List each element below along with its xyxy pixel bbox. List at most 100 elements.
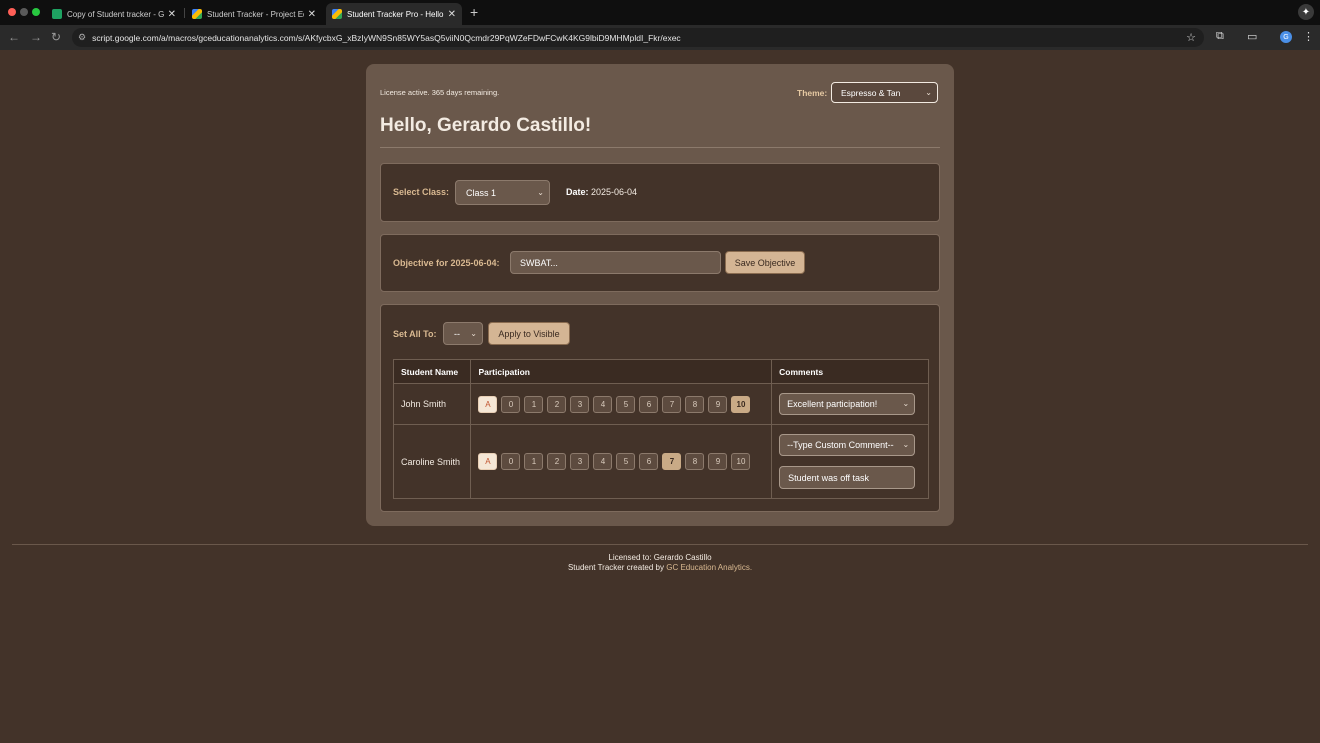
score-button-2[interactable]: 2 xyxy=(547,395,567,413)
theme-select-value: Espresso & Tan xyxy=(841,87,901,98)
student-name: John Smith xyxy=(392,383,472,425)
column-header: Comments xyxy=(771,359,929,384)
score-buttons: A 0 1 2 3 4 5 6 7 8 9 10 xyxy=(478,453,771,470)
close-icon[interactable]: ✕ xyxy=(308,9,316,20)
apps-script-icon xyxy=(332,9,342,19)
site-info-icon[interactable]: ⚙ xyxy=(78,32,86,43)
score-button-10[interactable]: 10 xyxy=(731,395,751,413)
browser-tab-1[interactable]: Copy of Student tracker - Go ✕ xyxy=(46,3,182,25)
chevron-down-icon: ⌄ xyxy=(902,440,910,449)
chevron-down-icon: ⌄ xyxy=(537,188,544,197)
comments-cell: --Type Custom Comment-- ⌄ Student was of… xyxy=(771,424,929,499)
browser-tab-bar: Copy of Student tracker - Go ✕ Student T… xyxy=(0,0,1320,25)
new-tab-button[interactable]: + xyxy=(470,4,478,20)
greeting-heading: Hello, Gerardo Castillo! xyxy=(380,115,592,136)
theme-select[interactable]: Espresso & Tan ⌄ xyxy=(831,82,938,103)
profile-avatar[interactable]: G xyxy=(1280,31,1292,43)
score-button-8[interactable]: 8 xyxy=(685,453,705,470)
more-menu-icon[interactable]: ⋮ xyxy=(1303,30,1314,43)
column-header: Student Name xyxy=(392,359,472,384)
set-all-select-value: -- xyxy=(454,328,460,339)
close-icon[interactable]: ✕ xyxy=(448,9,456,20)
absent-button[interactable]: A xyxy=(478,453,498,470)
browser-tab-3[interactable]: Student Tracker Pro - Hello, G ✕ xyxy=(326,3,462,25)
chevron-down-icon: ⌄ xyxy=(902,399,910,408)
sheets-icon xyxy=(52,9,62,19)
select-class-label: Select Class: xyxy=(393,187,450,197)
score-button-0[interactable]: 0 xyxy=(501,395,521,413)
licensed-to-text: Licensed to: Gerardo Castillo xyxy=(608,553,712,562)
url-text: script.google.com/a/macros/gceducationan… xyxy=(92,32,681,43)
score-button-9[interactable]: 9 xyxy=(708,453,728,470)
objective-input-value: SWBAT... xyxy=(520,257,558,268)
score-button-4[interactable]: 4 xyxy=(593,453,613,470)
table-row: John Smith A 0 1 2 3 4 5 6 7 8 9 10 Excellent parti… xyxy=(392,383,929,425)
address-bar[interactable]: ⚙ script.google.com/a/macros/gceducation… xyxy=(72,28,1204,47)
chevron-down-icon: ⌄ xyxy=(470,329,477,338)
comment-select[interactable]: Excellent participation! ⌄ xyxy=(779,393,916,415)
save-objective-button[interactable]: Save Objective xyxy=(725,251,805,274)
custom-comment-value: Student was off task xyxy=(788,472,870,483)
browser-toolbar: ← → ↻ ⚙ script.google.com/a/macros/gcedu… xyxy=(0,25,1320,50)
participation-table: Student Name Participation Comments John… xyxy=(392,359,929,499)
window-close-button[interactable] xyxy=(8,8,16,16)
company-link[interactable]: GC Education Analytics. xyxy=(666,563,752,572)
comment-select-value: Excellent participation! xyxy=(787,399,878,409)
participation-cell: A 0 1 2 3 4 5 6 7 8 9 10 xyxy=(470,383,773,425)
tab-search-icon[interactable]: ✦ xyxy=(1298,4,1314,20)
tab-title: Student Tracker - Project Edi xyxy=(207,9,304,19)
score-button-1[interactable]: 1 xyxy=(524,395,544,413)
bookmark-star-icon[interactable]: ☆ xyxy=(1186,31,1196,44)
forward-icon[interactable]: → xyxy=(30,30,42,44)
footer-divider xyxy=(12,544,1308,545)
score-button-7[interactable]: 7 xyxy=(662,453,682,470)
score-button-7[interactable]: 7 xyxy=(662,395,682,413)
score-button-4[interactable]: 4 xyxy=(593,395,613,413)
footer: Licensed to: Gerardo Castillo Student Tr… xyxy=(0,553,1320,573)
chevron-down-icon: ⌄ xyxy=(925,88,932,97)
objective-input[interactable]: SWBAT... xyxy=(510,251,721,274)
score-button-9[interactable]: 9 xyxy=(708,395,728,413)
score-button-5[interactable]: 5 xyxy=(616,395,636,413)
window-maximize-button[interactable] xyxy=(32,8,40,16)
extensions-icon[interactable]: ⧉ xyxy=(1216,30,1224,43)
custom-comment-input[interactable]: Student was off task xyxy=(779,466,916,489)
score-button-2[interactable]: 2 xyxy=(547,453,567,470)
absent-button[interactable]: A xyxy=(478,395,498,413)
theme-label: Theme: xyxy=(797,88,828,98)
score-button-0[interactable]: 0 xyxy=(501,453,521,470)
created-by-text: Student Tracker created by xyxy=(567,563,667,572)
score-button-6[interactable]: 6 xyxy=(639,395,659,413)
created-by-line: Student Tracker created by GC Education … xyxy=(0,563,1320,573)
comments-cell: Excellent participation! ⌄ xyxy=(771,383,929,425)
cast-icon[interactable]: ▭ xyxy=(1247,30,1257,43)
score-button-3[interactable]: 3 xyxy=(570,453,590,470)
window-minimize-button[interactable] xyxy=(20,8,28,16)
set-all-select[interactable]: -- ⌄ xyxy=(443,322,483,345)
score-button-3[interactable]: 3 xyxy=(570,395,590,413)
score-button-5[interactable]: 5 xyxy=(616,453,636,470)
objective-label: Objective for 2025-06-04: xyxy=(393,258,500,268)
class-select[interactable]: Class 1 ⌄ xyxy=(455,180,550,205)
date-label: Date: xyxy=(566,187,589,197)
apply-to-visible-button[interactable]: Apply to Visible xyxy=(488,322,570,345)
participation-cell: A 0 1 2 3 4 5 6 7 8 9 10 xyxy=(470,424,773,499)
divider xyxy=(380,147,940,148)
date-value: 2025-06-04 xyxy=(591,187,638,197)
class-panel: Select Class: Class 1 ⌄ Date: 2025-06-04 xyxy=(380,163,940,222)
comment-select[interactable]: --Type Custom Comment-- ⌄ xyxy=(779,434,916,456)
score-button-6[interactable]: 6 xyxy=(639,453,659,470)
set-all-label: Set All To: xyxy=(393,329,437,339)
score-button-1[interactable]: 1 xyxy=(524,453,544,470)
score-button-8[interactable]: 8 xyxy=(685,395,705,413)
reload-icon[interactable]: ↻ xyxy=(51,30,61,44)
back-icon[interactable]: ← xyxy=(8,30,20,44)
tab-title: Copy of Student tracker - Go xyxy=(67,9,164,19)
class-select-value: Class 1 xyxy=(466,187,497,198)
license-status: License active. 365 days remaining. xyxy=(380,88,500,97)
table-header-row: Student Name Participation Comments xyxy=(392,359,929,384)
score-button-10[interactable]: 10 xyxy=(731,453,751,470)
column-header: Participation xyxy=(470,359,773,384)
browser-tab-2[interactable]: Student Tracker - Project Edi ✕ xyxy=(186,3,322,25)
close-icon[interactable]: ✕ xyxy=(168,9,176,20)
